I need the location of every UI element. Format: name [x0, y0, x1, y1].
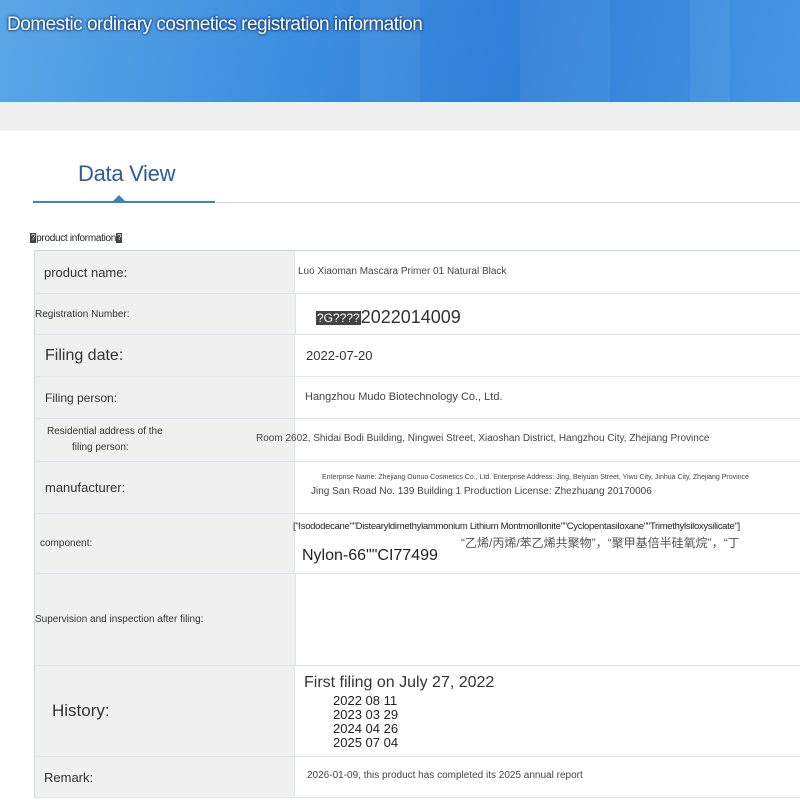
table-row: product name: Luo Xiaoman Mascara Primer…: [35, 251, 800, 294]
residential-address-cell: Room 2602, Shidai Bodi Building, Ningwei…: [256, 419, 800, 461]
info-table: product name: Luo Xiaoman Mascara Primer…: [34, 250, 800, 798]
history-cell: First filing on July 27, 2022 2022 08 11…: [296, 666, 800, 756]
banner-decoration: [690, 0, 730, 102]
manufacturer-label: manufacturer:: [35, 462, 295, 513]
table-row: Filing person: Hangzhou Mudo Biotechnolo…: [35, 377, 800, 419]
component-cell: ["Isododecane""Distearyldimethylammonium…: [293, 514, 800, 573]
tab-divider: [215, 202, 800, 203]
page-title: Domestic ordinary cosmetics registration…: [7, 14, 423, 35]
manufacturer-value-line2: Jing San Road No. 139 Building 1 Product…: [311, 486, 652, 497]
table-row: component: ["Isododecane""Distearyldimet…: [35, 514, 800, 574]
component-value-line3: Nylon-66""CI77499: [302, 547, 438, 564]
component-value-line1: ["Isododecane""Distearyldimethylammonium…: [293, 521, 740, 532]
filing-person-label: Filing person:: [35, 377, 295, 418]
supervision-label: Supervision and inspection after filing:: [35, 574, 296, 665]
tab-data-view[interactable]: Data View: [78, 161, 175, 187]
manufacturer-value-line1: Enterprise Name: Zhejiang Ounuo Cosmetic…: [322, 474, 749, 481]
registration-number-cell: ?G????2022014009: [296, 294, 800, 334]
remark-value: 2026-01-09, this product has completed i…: [307, 770, 583, 781]
residential-address-label-line2: filing person:: [72, 442, 129, 453]
residential-address-label-line1: Residential address of the: [47, 426, 163, 437]
remark-label: Remark:: [35, 757, 295, 797]
registration-number-label: Registration Number:: [35, 294, 296, 334]
filing-date-cell: 2022-07-20: [296, 335, 800, 376]
remark-cell: 2026-01-09, this product has completed i…: [296, 757, 800, 797]
separator-band: [0, 102, 800, 131]
history-entry: 2024 04 26: [333, 721, 399, 736]
history-entry: 2025 07 04: [333, 735, 399, 750]
history-label: History:: [35, 666, 295, 756]
history-entry: 2023 03 29: [333, 707, 399, 722]
product-name-cell: Luo Xiaoman Mascara Primer 01 Natural Bl…: [296, 251, 800, 293]
component-value-line2: “乙烯/丙烯/苯乙烯共聚物”，“聚甲基倍半硅氧烷”，“丁: [461, 536, 740, 550]
tab-active-indicator: [33, 201, 215, 203]
table-row: Supervision and inspection after filing:: [35, 574, 800, 666]
history-first-filing: First filing on July 27, 2022: [304, 674, 495, 691]
section-heading: ?product information?: [30, 233, 123, 244]
bracket-icon: ?: [116, 233, 123, 244]
tab-caret-icon: [113, 195, 125, 201]
header-banner: Domestic ordinary cosmetics registration…: [0, 0, 800, 102]
table-row: Remark: 2026-01-09, this product has com…: [35, 757, 800, 798]
filing-date-value: 2022-07-20: [306, 348, 373, 363]
prefix-glyph-icon: ?G????: [316, 311, 361, 326]
manufacturer-cell: Enterprise Name: Zhejiang Ounuo Cosmetic…: [296, 462, 800, 513]
section-heading-text: product information: [36, 233, 117, 244]
product-name-value: Luo Xiaoman Mascara Primer 01 Natural Bl…: [298, 266, 507, 277]
residential-address-value: Room 2602, Shidai Bodi Building, Ningwei…: [256, 433, 710, 444]
supervision-cell: [296, 574, 800, 665]
filing-person-cell: Hangzhou Mudo Biotechnology Co., Ltd.: [296, 377, 800, 418]
table-row: Registration Number: ?G????2022014009: [35, 294, 800, 335]
filing-date-label: Filing date:: [35, 335, 295, 376]
product-name-label: product name:: [35, 251, 295, 293]
banner-decoration: [520, 0, 610, 102]
table-row: manufacturer: Enterprise Name: Zhejiang …: [35, 462, 800, 514]
component-label: component:: [35, 514, 295, 573]
filing-person-value: Hangzhou Mudo Biotechnology Co., Ltd.: [305, 391, 503, 403]
table-row: History: First filing on July 27, 2022 2…: [35, 666, 800, 757]
registration-number-value: ?G????2022014009: [316, 307, 461, 328]
registration-number-digits: 2022014009: [360, 307, 461, 327]
table-row: Residential address of the filing person…: [35, 419, 800, 462]
table-row: Filing date: 2022-07-20: [35, 335, 800, 377]
history-entry: 2022 08 11: [333, 693, 398, 708]
